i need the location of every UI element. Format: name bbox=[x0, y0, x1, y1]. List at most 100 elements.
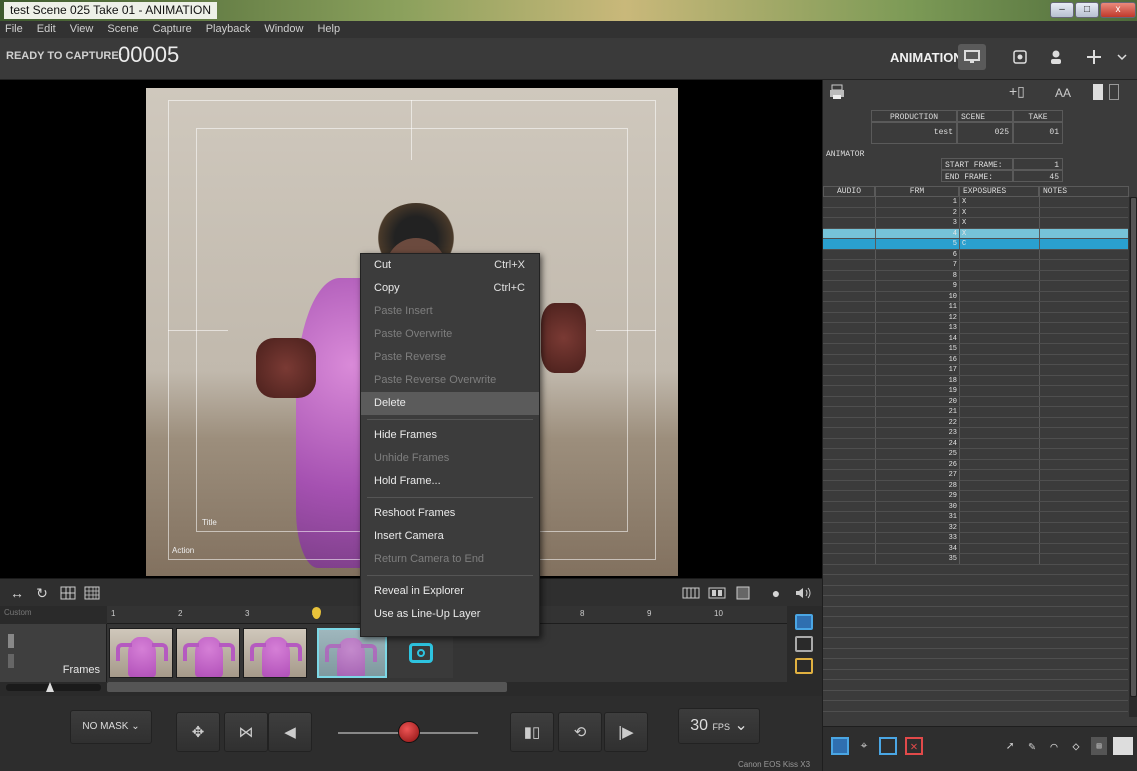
x-sheet-empty-row[interactable] bbox=[823, 680, 1128, 691]
person-icon[interactable] bbox=[1042, 44, 1070, 70]
column-view-alt-icon[interactable] bbox=[1109, 84, 1119, 100]
x-sheet-empty-row[interactable] bbox=[823, 628, 1128, 638]
menu-view[interactable]: View bbox=[70, 21, 94, 38]
menu-item-copy[interactable]: Copy Ctrl+C bbox=[361, 277, 539, 300]
x-sheet-row[interactable]: 28 bbox=[823, 480, 1128, 491]
grid-overlay-icon[interactable] bbox=[58, 583, 78, 603]
x-sheet-row[interactable]: 3X bbox=[823, 218, 1128, 229]
frame-step-button[interactable]: ⋈ bbox=[224, 712, 268, 752]
x-sheet-row[interactable]: 2X bbox=[823, 207, 1128, 218]
production-value[interactable]: test bbox=[871, 122, 957, 144]
x-sheet-row[interactable]: 22 bbox=[823, 417, 1128, 428]
fill-tool-icon[interactable]: ◇ bbox=[1067, 737, 1085, 755]
x-sheet-row[interactable]: 8 bbox=[823, 270, 1128, 281]
track-visibility-toggle[interactable] bbox=[8, 634, 14, 648]
x-sheet-row[interactable]: 33 bbox=[823, 533, 1128, 544]
x-sheet-row[interactable]: 1X bbox=[823, 197, 1128, 208]
x-sheet-row[interactable]: 6 bbox=[823, 249, 1128, 260]
filmstrip-view-icon[interactable] bbox=[680, 583, 702, 603]
x-sheet-row[interactable]: 15 bbox=[823, 344, 1128, 355]
x-sheet-row[interactable]: 10 bbox=[823, 291, 1128, 302]
x-sheet-empty-row[interactable] bbox=[823, 670, 1128, 680]
x-sheet-row[interactable]: 7 bbox=[823, 260, 1128, 271]
delete-layer-icon[interactable]: ✕ bbox=[905, 737, 923, 755]
x-sheet-empty-row[interactable] bbox=[823, 691, 1128, 701]
opacity-icon[interactable]: ▤ bbox=[1091, 737, 1107, 755]
export-icon[interactable] bbox=[879, 737, 897, 755]
track-lock-toggle[interactable] bbox=[8, 654, 14, 668]
x-sheet-row[interactable]: 31 bbox=[823, 512, 1128, 523]
capture-button[interactable] bbox=[398, 721, 420, 743]
menu-capture[interactable]: Capture bbox=[153, 21, 192, 38]
frame-thumbnail-3[interactable] bbox=[243, 628, 307, 678]
minimize-button[interactable]: – bbox=[1050, 2, 1074, 18]
end-frame-value[interactable]: 45 bbox=[1013, 170, 1063, 182]
color-swatch[interactable] bbox=[1113, 737, 1133, 755]
crosshair-button[interactable]: ✥ bbox=[176, 712, 220, 752]
select-arrow-icon[interactable]: ➚ bbox=[1001, 737, 1019, 755]
column-view-icon[interactable] bbox=[1093, 84, 1103, 100]
menu-item-use-as-line-up-layer[interactable]: Use as Line-Up Layer bbox=[361, 603, 539, 626]
x-sheet-empty-row[interactable] bbox=[823, 586, 1128, 596]
x-sheet-row[interactable]: 30 bbox=[823, 501, 1128, 512]
x-sheet-row[interactable]: 4X bbox=[823, 228, 1128, 239]
menu-item-reveal-in-explorer[interactable]: Reveal in Explorer bbox=[361, 580, 539, 603]
export-layer-icon[interactable] bbox=[795, 658, 813, 674]
menu-item-cut[interactable]: Cut Ctrl+X bbox=[361, 254, 539, 277]
single-frame-view-icon[interactable] bbox=[732, 583, 754, 603]
x-sheet-row[interactable]: 13 bbox=[823, 323, 1128, 334]
maximize-button[interactable]: □ bbox=[1075, 2, 1099, 18]
take-value[interactable]: 01 bbox=[1013, 122, 1063, 144]
menu-scene[interactable]: Scene bbox=[107, 21, 138, 38]
camera-icon[interactable] bbox=[1006, 44, 1034, 70]
speaker-icon[interactable] bbox=[792, 583, 814, 603]
x-sheet-row[interactable]: 11 bbox=[823, 302, 1128, 313]
frame-thumbnail-2[interactable] bbox=[176, 628, 240, 678]
x-sheet-empty-row[interactable] bbox=[823, 596, 1128, 607]
layer-icon[interactable] bbox=[831, 737, 849, 755]
move-icon[interactable] bbox=[1080, 44, 1108, 70]
x-sheet-row[interactable]: 5C bbox=[823, 239, 1128, 250]
monitor-icon[interactable] bbox=[958, 44, 986, 70]
x-sheet-row[interactable]: 35 bbox=[823, 554, 1128, 565]
layer-blue-icon[interactable] bbox=[795, 614, 813, 630]
menu-window[interactable]: Window bbox=[264, 21, 303, 38]
loop-button[interactable]: ⟲ bbox=[558, 712, 602, 752]
menu-file[interactable]: File bbox=[5, 21, 23, 38]
close-button[interactable]: x bbox=[1100, 2, 1136, 18]
timeline-scrollbar[interactable] bbox=[107, 682, 507, 692]
menu-item-insert-camera[interactable]: Insert Camera bbox=[361, 525, 539, 548]
menu-item-hold-frame[interactable]: Hold Frame... bbox=[361, 470, 539, 493]
menu-item-reshoot-frames[interactable]: Reshoot Frames bbox=[361, 502, 539, 525]
compare-view-icon[interactable] bbox=[706, 583, 728, 603]
x-sheet-row[interactable]: 12 bbox=[823, 312, 1128, 323]
x-sheet-scrollbar[interactable] bbox=[1129, 197, 1137, 717]
x-sheet-row[interactable]: 23 bbox=[823, 428, 1128, 439]
x-sheet-empty-row[interactable] bbox=[823, 701, 1128, 712]
x-sheet-row[interactable]: 17 bbox=[823, 365, 1128, 376]
x-sheet-row[interactable]: 21 bbox=[823, 407, 1128, 418]
x-sheet-empty-row[interactable] bbox=[823, 649, 1128, 659]
x-sheet-empty-row[interactable] bbox=[823, 607, 1128, 617]
x-sheet-row[interactable]: 18 bbox=[823, 375, 1128, 386]
x-sheet-row[interactable]: 24 bbox=[823, 438, 1128, 449]
onion-skin-icon[interactable]: ● bbox=[766, 583, 786, 603]
menu-help[interactable]: Help bbox=[317, 21, 340, 38]
x-sheet-row[interactable]: 9 bbox=[823, 281, 1128, 292]
step-forward-button[interactable]: |▶ bbox=[604, 712, 648, 752]
start-frame-value[interactable]: 1 bbox=[1013, 158, 1063, 170]
x-sheet-empty-row[interactable] bbox=[823, 565, 1128, 575]
x-sheet-row[interactable]: 32 bbox=[823, 522, 1128, 533]
rotate-icon[interactable]: ↻ bbox=[32, 583, 52, 603]
flip-horizontal-icon[interactable]: ↔ bbox=[6, 583, 28, 603]
mask-dropdown[interactable]: NO MASK ⌄ bbox=[70, 710, 152, 744]
x-sheet-row[interactable]: 34 bbox=[823, 543, 1128, 554]
add-column-icon[interactable]: +▯ bbox=[1009, 83, 1025, 100]
trim-icon[interactable] bbox=[795, 636, 813, 652]
frames-track-header[interactable]: Frames bbox=[0, 624, 107, 682]
x-sheet-row[interactable]: 20 bbox=[823, 396, 1128, 407]
zoom-thumb[interactable] bbox=[46, 682, 54, 692]
x-sheet-row[interactable]: 29 bbox=[823, 491, 1128, 502]
x-sheet-row[interactable]: 14 bbox=[823, 333, 1128, 344]
playhead-marker[interactable] bbox=[312, 607, 321, 619]
